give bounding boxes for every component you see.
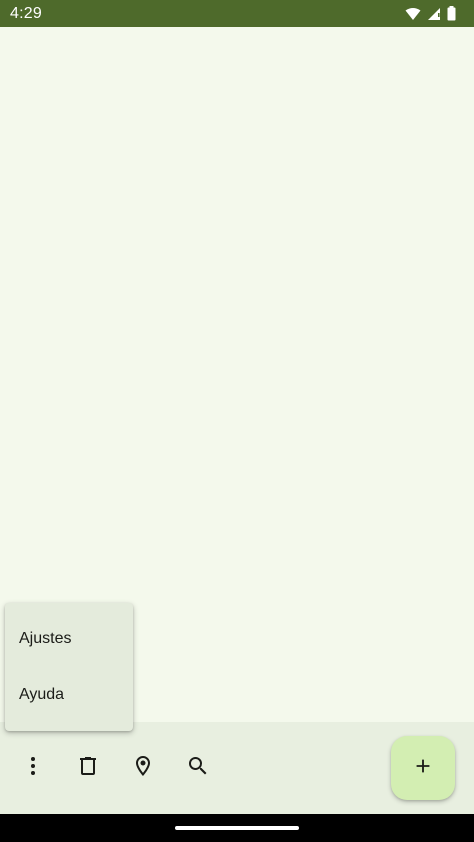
status-time: 4:29 (10, 4, 42, 22)
menu-item-help[interactable]: Ayuda (5, 667, 133, 723)
location-button[interactable] (123, 748, 163, 788)
bottom-app-bar (0, 722, 474, 814)
more-vert-icon (21, 754, 45, 783)
system-navigation-bar (0, 814, 474, 842)
search-button[interactable] (178, 748, 218, 788)
battery-icon (447, 6, 456, 21)
location-pin-icon (131, 754, 155, 783)
add-icon (412, 755, 434, 782)
delete-button[interactable] (68, 748, 108, 788)
wifi-icon (405, 7, 421, 21)
search-icon (186, 754, 210, 783)
status-bar: 4:29 (0, 0, 474, 27)
more-options-button[interactable] (13, 748, 53, 788)
menu-item-settings[interactable]: Ajustes (5, 611, 133, 667)
overflow-menu: Ajustes Ayuda (5, 603, 133, 731)
add-note-fab[interactable] (391, 736, 455, 800)
delete-icon (76, 754, 100, 783)
home-gesture-handle[interactable] (175, 826, 299, 830)
cellular-signal-icon (427, 7, 441, 21)
status-icons (405, 6, 456, 21)
